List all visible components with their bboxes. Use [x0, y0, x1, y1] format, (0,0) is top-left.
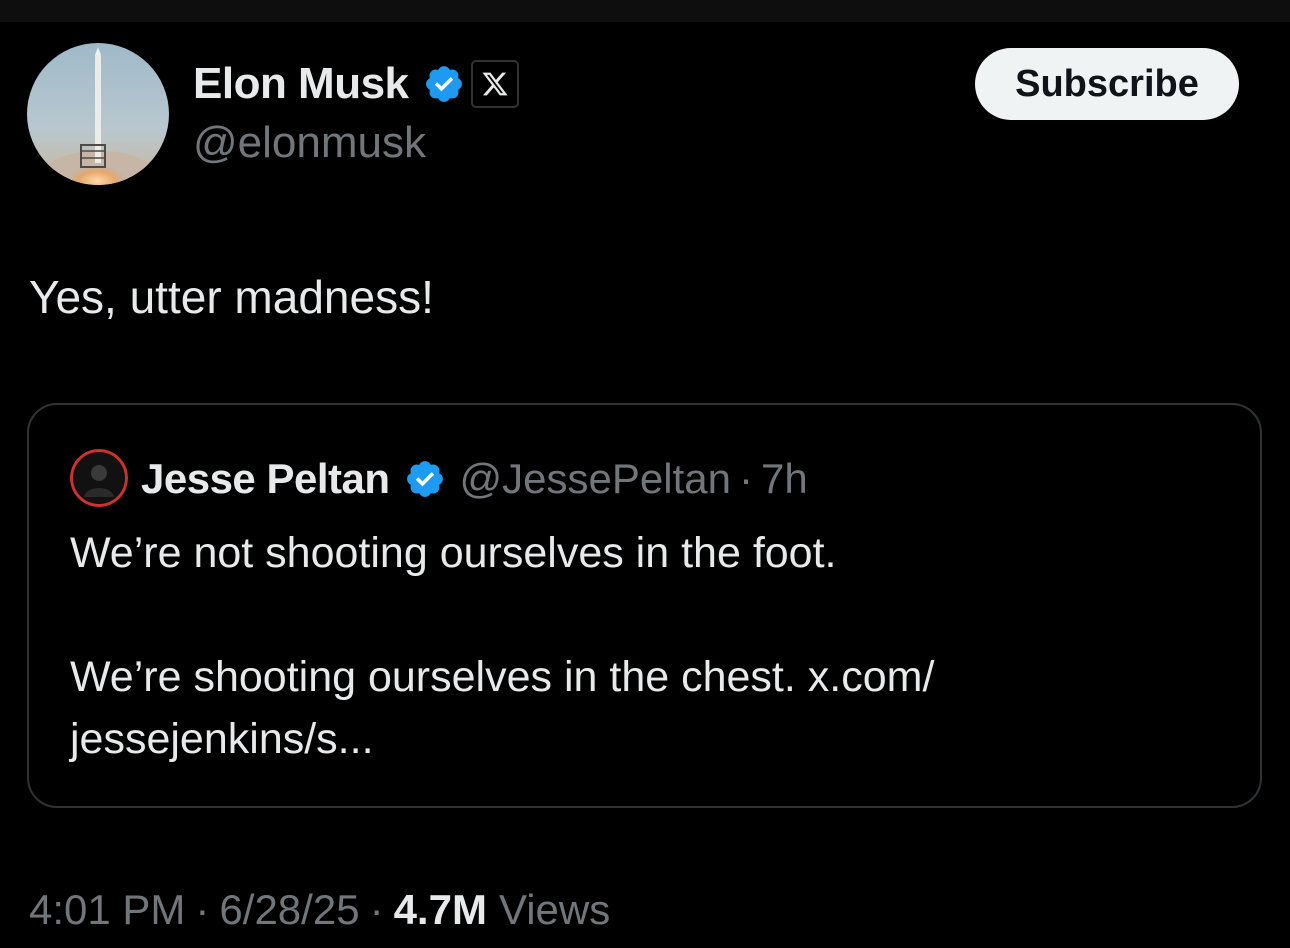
author-handle[interactable]: @elonmusk [193, 118, 426, 168]
author-avatar[interactable] [27, 43, 169, 185]
quoted-tweet-line-1: We’re not shooting ourselves in the foot… [70, 529, 837, 577]
author-display-name[interactable]: Elon Musk [193, 59, 409, 109]
x-logo-icon[interactable] [470, 60, 519, 108]
quoted-tweet-header: Jesse Peltan @JessePeltan · 7h [141, 453, 808, 505]
verified-badge-icon[interactable] [423, 63, 465, 105]
subscribe-button[interactable]: Subscribe [975, 48, 1239, 120]
separator-dot: · [195, 886, 210, 933]
quoted-author-name[interactable]: Jesse Peltan [141, 455, 390, 503]
tweet-time[interactable]: 4:01 PM [29, 886, 185, 934]
person-silhouette-image [70, 449, 128, 507]
separator-dot: · [369, 886, 384, 933]
tweet-date[interactable]: 6/28/25 [219, 886, 359, 934]
quoted-tweet-line-2: We’re shooting ourselves in the chest. x… [70, 653, 935, 701]
rocket-launch-image [27, 43, 169, 185]
views-label: Views [498, 886, 611, 933]
separator-dot: · [738, 455, 753, 502]
tweet-meta: 4:01 PM · 6/28/25 · 4.7M Views [29, 882, 610, 938]
verified-badge-icon[interactable] [404, 458, 446, 500]
status-bar-strip [0, 0, 1290, 22]
quoted-tweet-time[interactable]: 7h [761, 455, 808, 503]
quoted-author-handle[interactable]: @JessePeltan [460, 455, 731, 503]
quoted-author-avatar[interactable] [70, 449, 128, 507]
quoted-tweet-card[interactable]: Jesse Peltan @JessePeltan · 7h We’re not… [27, 403, 1262, 808]
author-name-row: Elon Musk [193, 58, 519, 110]
tweet-text: Yes, utter madness! [29, 271, 434, 323]
quoted-tweet-link[interactable]: jessejenkins/s... [70, 715, 374, 764]
views-count[interactable]: 4.7M [394, 886, 487, 934]
